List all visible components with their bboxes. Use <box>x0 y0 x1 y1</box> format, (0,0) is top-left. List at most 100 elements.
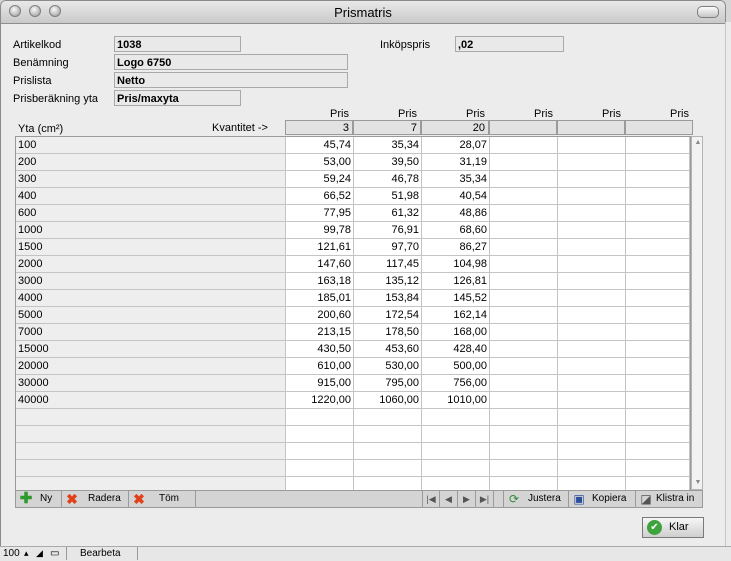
status-area-icon[interactable]: ◢ <box>36 547 43 560</box>
area-cell[interactable]: 100 <box>16 137 286 154</box>
area-cell[interactable] <box>16 409 286 426</box>
clear-button[interactable]: ✖ Töm <box>129 491 196 507</box>
price-cell[interactable] <box>558 171 626 188</box>
price-cell[interactable] <box>626 273 690 290</box>
price-cell[interactable] <box>558 137 626 154</box>
adjust-button[interactable]: ⟳ Justera <box>503 491 569 507</box>
price-cell[interactable] <box>490 290 558 307</box>
price-cell[interactable] <box>558 443 626 460</box>
paste-button[interactable]: ◪ Klistra in <box>636 491 702 507</box>
price-cell[interactable] <box>626 256 690 273</box>
inkopspris-field[interactable]: ,02 <box>455 36 564 52</box>
price-cell[interactable] <box>626 290 690 307</box>
price-cell[interactable] <box>422 460 490 477</box>
price-cell[interactable] <box>490 188 558 205</box>
first-record-icon[interactable]: |◀ <box>422 491 440 507</box>
area-cell[interactable]: 30000 <box>16 375 286 392</box>
previous-record-icon[interactable]: ◀ <box>440 491 458 507</box>
price-cell[interactable]: 46,78 <box>354 171 422 188</box>
price-cell[interactable] <box>558 341 626 358</box>
price-cell[interactable] <box>354 409 422 426</box>
price-cell[interactable] <box>490 460 558 477</box>
price-cell[interactable]: 145,52 <box>422 290 490 307</box>
next-record-icon[interactable]: ▶ <box>458 491 476 507</box>
area-cell[interactable]: 7000 <box>16 324 286 341</box>
zoom-level[interactable]: 100 <box>3 547 20 560</box>
price-cell[interactable]: 35,34 <box>354 137 422 154</box>
price-cell[interactable] <box>558 154 626 171</box>
price-cell[interactable] <box>626 409 690 426</box>
price-cell[interactable] <box>422 409 490 426</box>
quantity-cell[interactable] <box>489 120 557 135</box>
area-cell[interactable]: 300 <box>16 171 286 188</box>
price-cell[interactable] <box>558 290 626 307</box>
price-cell[interactable] <box>490 273 558 290</box>
price-cell[interactable] <box>626 460 690 477</box>
benamning-field[interactable]: Logo 6750 <box>114 54 348 70</box>
price-cell[interactable] <box>490 171 558 188</box>
zoom-out-icon[interactable]: ▴ <box>24 547 29 560</box>
price-cell[interactable]: 1220,00 <box>286 392 354 409</box>
price-cell[interactable] <box>558 460 626 477</box>
area-cell[interactable]: 3000 <box>16 273 286 290</box>
price-cell[interactable] <box>490 324 558 341</box>
price-cell[interactable]: 51,98 <box>354 188 422 205</box>
price-cell[interactable]: 153,84 <box>354 290 422 307</box>
price-cell[interactable]: 39,50 <box>354 154 422 171</box>
price-cell[interactable] <box>626 222 690 239</box>
price-cell[interactable] <box>490 205 558 222</box>
price-cell[interactable]: 453,60 <box>354 341 422 358</box>
price-cell[interactable]: 86,27 <box>422 239 490 256</box>
scroll-down-icon[interactable]: ▼ <box>693 478 703 488</box>
price-cell[interactable]: 48,86 <box>422 205 490 222</box>
price-cell[interactable]: 61,32 <box>354 205 422 222</box>
price-cell[interactable]: 168,00 <box>422 324 490 341</box>
price-cell[interactable] <box>490 154 558 171</box>
price-cell[interactable]: 126,81 <box>422 273 490 290</box>
price-cell[interactable] <box>490 341 558 358</box>
price-cell[interactable] <box>490 409 558 426</box>
price-cell[interactable] <box>490 307 558 324</box>
area-cell[interactable]: 1500 <box>16 239 286 256</box>
layout-mode-icon[interactable]: ▭ <box>50 547 59 560</box>
price-cell[interactable] <box>286 409 354 426</box>
price-cell[interactable] <box>490 239 558 256</box>
price-cell[interactable] <box>286 443 354 460</box>
copy-button[interactable]: ▣ Kopiera <box>569 491 636 507</box>
price-cell[interactable]: 35,34 <box>422 171 490 188</box>
price-cell[interactable]: 28,07 <box>422 137 490 154</box>
price-cell[interactable] <box>558 222 626 239</box>
price-cell[interactable] <box>422 443 490 460</box>
price-cell[interactable]: 40,54 <box>422 188 490 205</box>
price-cell[interactable]: 59,24 <box>286 171 354 188</box>
price-cell[interactable] <box>626 426 690 443</box>
price-cell[interactable] <box>626 154 690 171</box>
new-row-button[interactable]: ✚ Ny <box>16 491 62 507</box>
price-cell[interactable] <box>626 392 690 409</box>
price-cell[interactable]: 915,00 <box>286 375 354 392</box>
price-cell[interactable]: 99,78 <box>286 222 354 239</box>
price-cell[interactable]: 430,50 <box>286 341 354 358</box>
price-cell[interactable] <box>626 443 690 460</box>
price-cell[interactable] <box>354 460 422 477</box>
price-cell[interactable]: 135,12 <box>354 273 422 290</box>
price-cell[interactable] <box>286 460 354 477</box>
area-cell[interactable]: 200 <box>16 154 286 171</box>
price-cell[interactable] <box>558 273 626 290</box>
grid-vertical-scrollbar[interactable]: ▲ ▼ <box>691 136 703 490</box>
price-cell[interactable]: 147,60 <box>286 256 354 273</box>
area-cell[interactable]: 5000 <box>16 307 286 324</box>
price-cell[interactable]: 117,45 <box>354 256 422 273</box>
artikelkod-field[interactable]: 1038 <box>114 36 241 52</box>
price-cell[interactable] <box>490 358 558 375</box>
price-cell[interactable] <box>558 392 626 409</box>
price-cell[interactable] <box>558 239 626 256</box>
quantity-cell[interactable] <box>557 120 625 135</box>
price-cell[interactable]: 76,91 <box>354 222 422 239</box>
quantity-cell[interactable]: 7 <box>353 120 421 135</box>
price-cell[interactable]: 500,00 <box>422 358 490 375</box>
price-cell[interactable]: 428,40 <box>422 341 490 358</box>
scroll-up-icon[interactable]: ▲ <box>693 138 703 148</box>
price-cell[interactable] <box>558 358 626 375</box>
price-cell[interactable] <box>490 375 558 392</box>
